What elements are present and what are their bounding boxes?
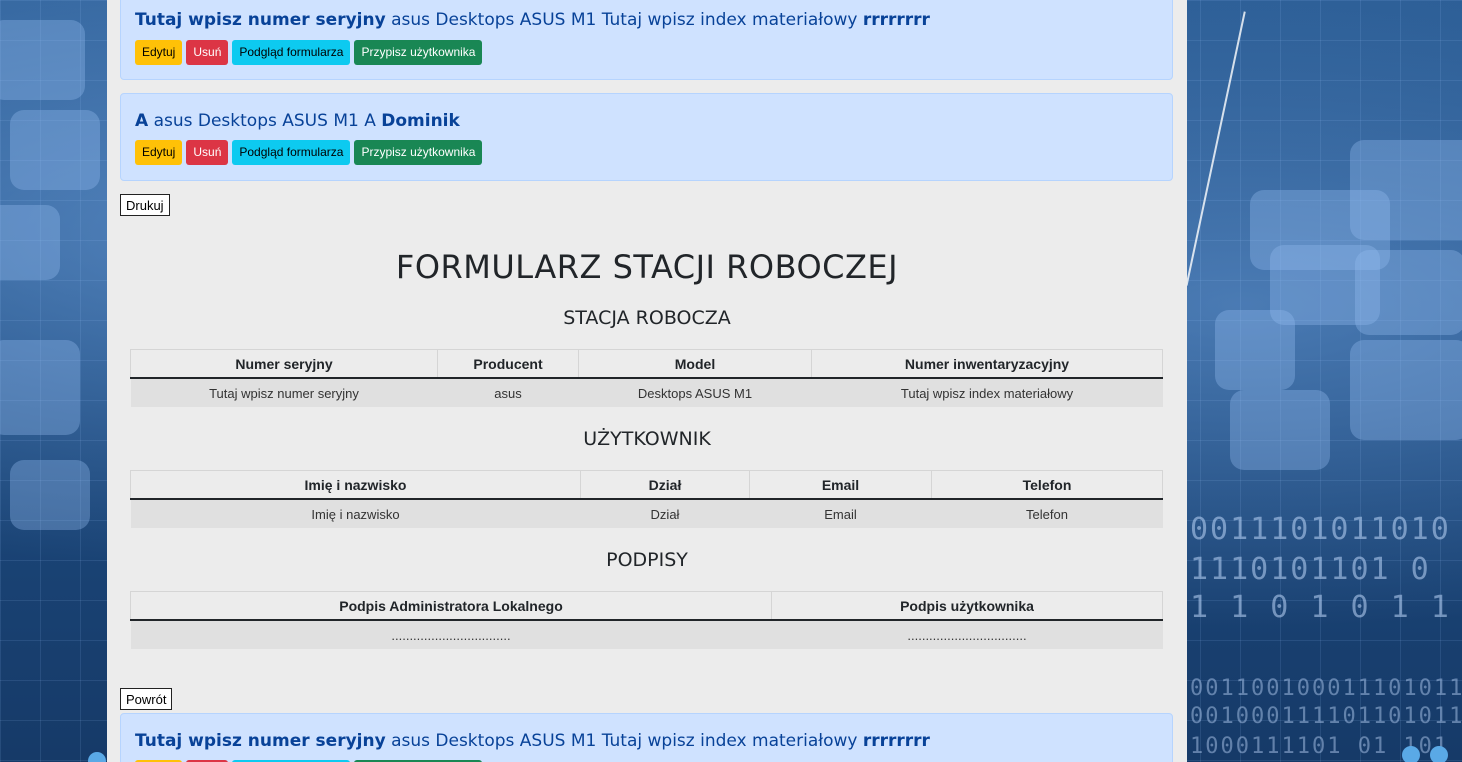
binary-text: 1 1 0 1 0 1 1 0 1 0 [1190, 590, 1462, 625]
device-actions: Edytuj Usuń Podgląd formularza Przypisz … [135, 140, 483, 165]
table-cell: Imię i nazwisko [130, 499, 581, 528]
table-row: Tutaj wpisz numer seryjny asus Desktops … [130, 378, 1163, 407]
signatures-table: Podpis Administratora Lokalnego Podpis u… [130, 591, 1163, 649]
signature-line: ................................. [130, 620, 772, 649]
edit-button[interactable]: Edytuj [135, 40, 183, 65]
device-summary: A asus Desktops ASUS M1 A Dominik [135, 111, 460, 131]
binary-text: 0011101011010 [1190, 512, 1451, 547]
print-button[interactable]: Drukuj [120, 194, 170, 216]
device-actions: Edytuj Usuń Podgląd formularza Przypisz … [135, 40, 483, 65]
table-header: Email [749, 470, 932, 500]
table-cell: Email [749, 499, 932, 528]
section-title-station: STACJA ROBOCZA [563, 307, 731, 329]
table-header: Podpis użytkownika [771, 591, 1163, 621]
background-tile [1215, 310, 1295, 390]
background-tile [1230, 390, 1330, 470]
assign-user-button[interactable]: Przypisz użytkownika [354, 40, 483, 65]
table-cell: Dział [580, 499, 750, 528]
device-summary: Tutaj wpisz numer seryjny asus Desktops … [135, 731, 930, 751]
table-header: Podpis Administratora Lokalnego [130, 591, 772, 621]
background-tile [0, 340, 80, 435]
device-user: rrrrrrrr [862, 731, 930, 751]
table-header: Imię i nazwisko [130, 470, 581, 500]
table-header-row: Podpis Administratora Lokalnego Podpis u… [130, 591, 1163, 621]
device-details: asus Desktops ASUS M1 Tutaj wpisz index … [391, 10, 858, 30]
preview-form-button[interactable]: Podgląd formularza [232, 140, 351, 165]
background-tile [1350, 340, 1462, 440]
background-tile [0, 20, 85, 100]
table-cell: Desktops ASUS M1 [578, 378, 812, 407]
table-cell: Tutaj wpisz index materiałowy [811, 378, 1163, 407]
device-summary: Tutaj wpisz numer seryjny asus Desktops … [135, 10, 930, 30]
form-title: FORMULARZ STACJI ROBOCZEJ [395, 248, 899, 286]
background-tile [1350, 140, 1462, 240]
background-tile [1355, 250, 1462, 335]
table-header: Producent [437, 349, 579, 379]
section-title-user: UŻYTKOWNIK [583, 428, 711, 450]
table-header-row: Imię i nazwisko Dział Email Telefon [130, 470, 1163, 500]
background-tile [0, 205, 60, 280]
delete-button[interactable]: Usuń [186, 40, 229, 65]
device-serial: Tutaj wpisz numer seryjny [135, 731, 386, 751]
device-card: Tutaj wpisz numer seryjny asus Desktops … [120, 713, 1173, 762]
table-header: Numer seryjny [130, 349, 438, 379]
binary-text: 001000111101101011 [1190, 704, 1462, 729]
signature-line: ................................. [771, 620, 1163, 649]
user-icon [1430, 746, 1448, 762]
device-details: asus Desktops ASUS M1 Tutaj wpisz index … [391, 731, 858, 751]
table-header: Telefon [931, 470, 1163, 500]
binary-text: 1110101101 0 [1190, 552, 1431, 587]
table-row: Imię i nazwisko Dział Email Telefon [130, 499, 1163, 528]
device-serial: Tutaj wpisz numer seryjny [135, 10, 386, 30]
user-icon [1402, 746, 1420, 762]
user-table: Imię i nazwisko Dział Email Telefon Imię… [130, 470, 1163, 528]
table-cell: Telefon [931, 499, 1163, 528]
table-cell: asus [437, 378, 579, 407]
table-header: Numer inwentaryzacyjny [811, 349, 1163, 379]
table-header-row: Numer seryjny Producent Model Numer inwe… [130, 349, 1163, 379]
binary-text: 0011001000111010110 [1190, 676, 1462, 701]
section-title-signatures: PODPISY [606, 549, 688, 571]
assign-user-button[interactable]: Przypisz użytkownika [354, 140, 483, 165]
table-header: Model [578, 349, 812, 379]
device-user: rrrrrrrr [862, 10, 930, 30]
table-header: Dział [580, 470, 750, 500]
device-serial: A [135, 111, 149, 131]
edit-button[interactable]: Edytuj [135, 140, 183, 165]
device-details: asus Desktops ASUS M1 A [153, 111, 376, 131]
device-card: Tutaj wpisz numer seryjny asus Desktops … [120, 0, 1173, 80]
station-table: Numer seryjny Producent Model Numer inwe… [130, 349, 1163, 407]
back-button[interactable]: Powrót [120, 688, 173, 710]
main-container: Tutaj wpisz numer seryjny asus Desktops … [107, 0, 1187, 762]
background-tile [10, 110, 100, 190]
delete-button[interactable]: Usuń [186, 140, 229, 165]
table-row: ................................. ......… [130, 620, 1163, 649]
background-tile [10, 460, 90, 530]
preview-form-button[interactable]: Podgląd formularza [232, 40, 351, 65]
table-cell: Tutaj wpisz numer seryjny [130, 378, 438, 407]
device-card: A asus Desktops ASUS M1 A Dominik Edytuj… [120, 93, 1173, 181]
device-user: Dominik [381, 111, 460, 131]
